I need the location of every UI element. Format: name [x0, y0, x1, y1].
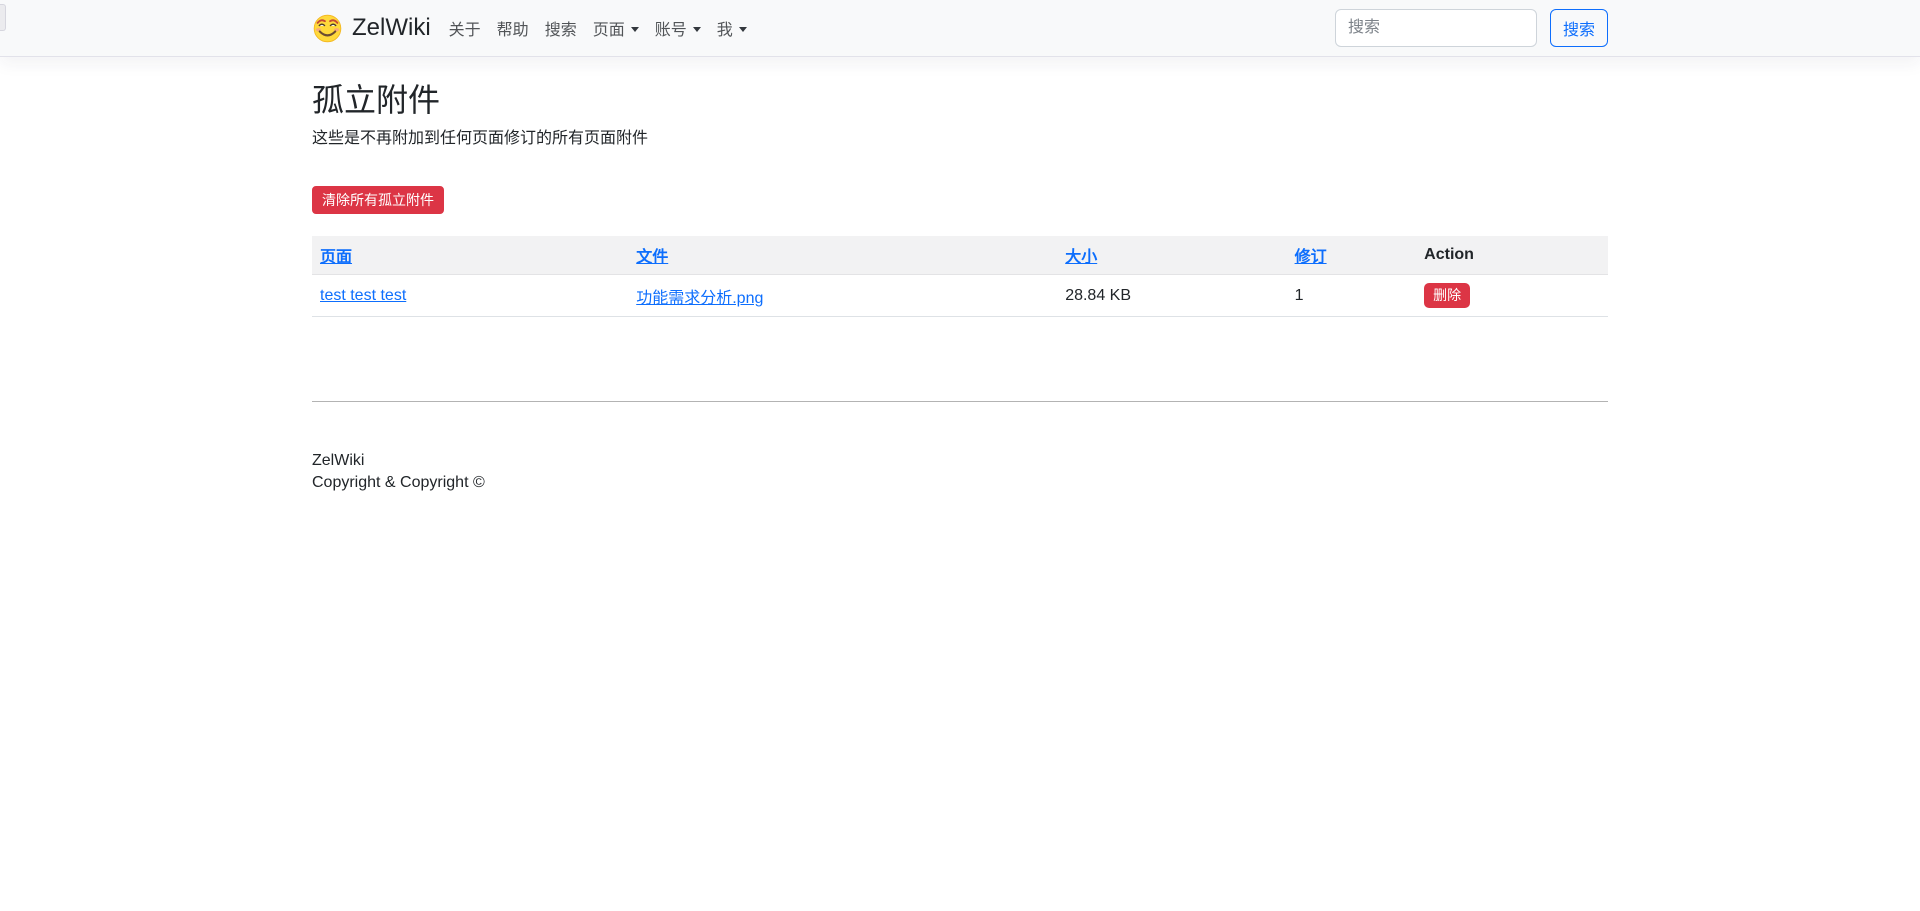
top-navbar: ZelWiki 关于 帮助 搜索 页面 账号 我 搜索 [0, 0, 1920, 57]
sort-by-revision-header[interactable]: 修订 [1295, 249, 1327, 266]
main-content: 孤立附件 这些是不再附加到任何页面修订的所有页面附件 清除所有孤立附件 页面 文… [300, 57, 1620, 494]
footer-copyright: Copyright & Copyright © [312, 472, 1608, 494]
navbar-menu: 关于 帮助 搜索 页面 账号 我 [441, 8, 755, 48]
chevron-down-icon [693, 27, 701, 32]
nav-item-help[interactable]: 帮助 [489, 8, 537, 48]
footer-brand: ZelWiki [312, 450, 1608, 472]
revision-cell: 1 [1287, 275, 1417, 317]
navbar-container: ZelWiki 关于 帮助 搜索 页面 账号 我 搜索 [300, 0, 1620, 56]
delete-button[interactable]: 删除 [1424, 283, 1470, 308]
chevron-down-icon [631, 27, 639, 32]
file-link[interactable]: 功能需求分析.png [636, 290, 763, 307]
purge-all-orphaned-button[interactable]: 清除所有孤立附件 [312, 186, 444, 214]
brand-name: ZelWiki [352, 14, 431, 42]
nav-item-help-label: 帮助 [497, 16, 529, 40]
nav-item-about-label: 关于 [449, 16, 481, 40]
table-row: test test test 功能需求分析.png 28.84 KB 1 删除 [312, 275, 1608, 317]
nav-item-search-label: 搜索 [545, 16, 577, 40]
size-cell: 28.84 KB [1057, 275, 1286, 317]
table-header-row: 页面 文件 大小 修订 Action [312, 236, 1608, 275]
action-column-header: Action [1416, 236, 1608, 275]
left-edge-artifact [0, 4, 6, 31]
sort-by-file-header[interactable]: 文件 [636, 249, 668, 266]
page-link[interactable]: test test test [320, 287, 406, 304]
chevron-down-icon [739, 27, 747, 32]
nav-item-pages-dropdown[interactable]: 页面 [585, 8, 647, 48]
sort-by-size-header[interactable]: 大小 [1065, 249, 1097, 266]
search-input[interactable] [1335, 9, 1537, 47]
nav-item-pages-label: 页面 [593, 16, 625, 40]
page-title: 孤立附件 [312, 81, 1608, 119]
nav-item-me-label: 我 [717, 16, 733, 40]
brand-link[interactable]: ZelWiki [312, 13, 431, 44]
search-button[interactable]: 搜索 [1550, 9, 1608, 47]
wiki-logo-emoji-icon [312, 13, 343, 44]
page-subtitle: 这些是不再附加到任何页面修订的所有页面附件 [312, 127, 1608, 151]
sort-by-page-header[interactable]: 页面 [320, 249, 352, 266]
page-footer: ZelWiki Copyright & Copyright © [312, 450, 1608, 494]
nav-item-account-dropdown[interactable]: 账号 [647, 8, 709, 48]
nav-item-account-label: 账号 [655, 16, 687, 40]
footer-divider [312, 401, 1608, 402]
orphaned-attachments-table: 页面 文件 大小 修订 Action test test test 功能需求分析… [312, 236, 1608, 317]
nav-item-search[interactable]: 搜索 [537, 8, 585, 48]
nav-item-about[interactable]: 关于 [441, 8, 489, 48]
nav-item-me-dropdown[interactable]: 我 [709, 8, 755, 48]
